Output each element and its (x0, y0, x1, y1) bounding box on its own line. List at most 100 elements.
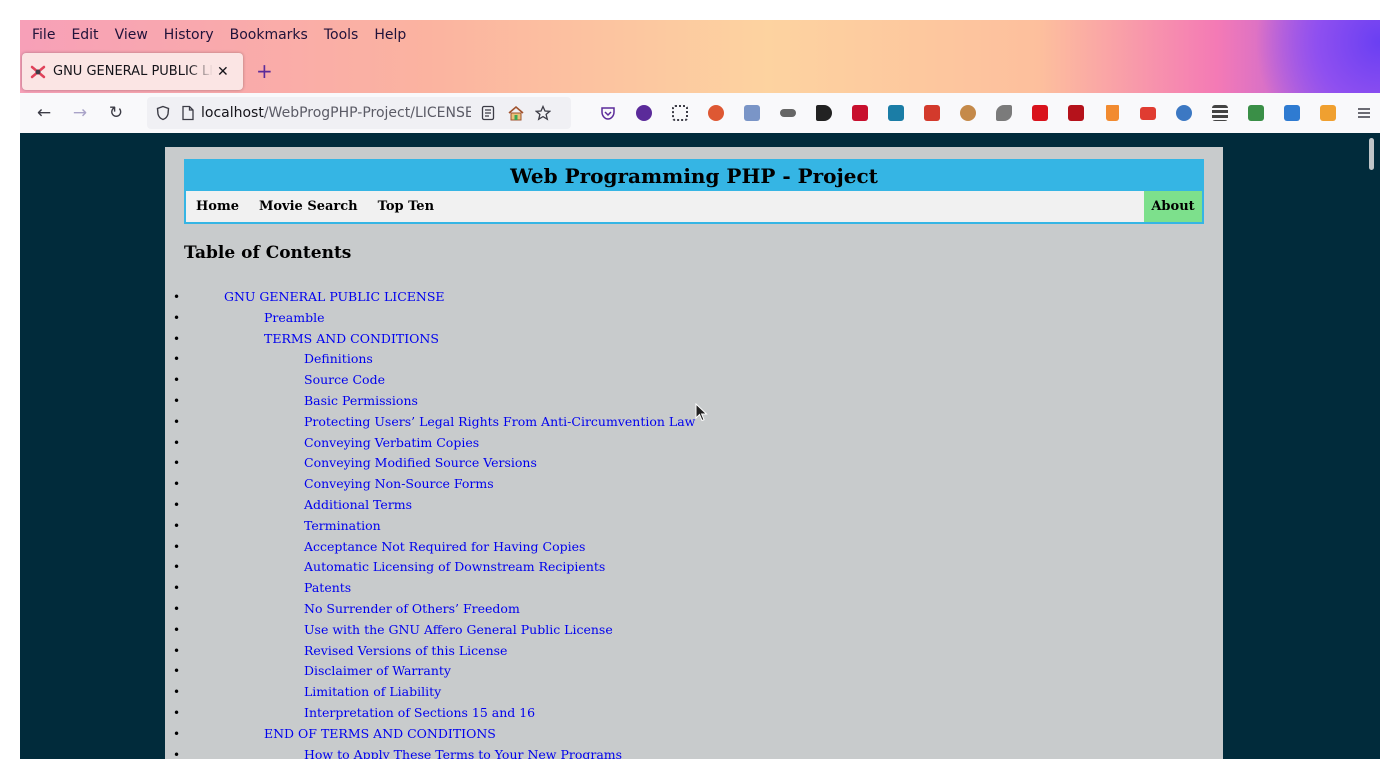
palette-icon[interactable] (950, 93, 986, 133)
hamburger-menu-icon[interactable] (1346, 93, 1380, 133)
toc-item: Preamble (173, 308, 695, 329)
toc-item: Acceptance Not Required for Having Copie… (173, 537, 695, 558)
stack-icon[interactable] (1202, 93, 1238, 133)
toc-item: Termination (173, 516, 695, 537)
toc-link[interactable]: Use with the GNU Affero General Public L… (304, 622, 613, 637)
page-container: Web Programming PHP - Project Home Movie… (165, 147, 1223, 759)
stylus-icon[interactable] (770, 93, 806, 133)
toc-item: Conveying Verbatim Copies (173, 433, 695, 454)
toc-item: Use with the GNU Affero General Public L… (173, 620, 695, 641)
toc-item: Protecting Users’ Legal Rights From Anti… (173, 412, 695, 433)
toc-link[interactable]: Interpretation of Sections 15 and 16 (304, 705, 535, 720)
home-icon[interactable] (507, 105, 525, 121)
trash-icon[interactable] (1094, 93, 1130, 133)
toc-link[interactable]: Source Code (304, 372, 385, 387)
back-button[interactable]: ← (26, 97, 62, 129)
favicon-icon (30, 64, 46, 80)
menu-file[interactable]: File (24, 27, 63, 43)
toc-link[interactable]: END OF TERMS AND CONDITIONS (264, 726, 496, 741)
menu-tools[interactable]: Tools (316, 27, 367, 43)
toc-item: END OF TERMS AND CONDITIONS (173, 724, 695, 745)
menu-bookmarks[interactable]: Bookmarks (222, 27, 316, 43)
toc-link[interactable]: Revised Versions of this License (304, 643, 507, 658)
shield-icon[interactable] (155, 105, 171, 121)
toc-item: Definitions (173, 349, 695, 370)
mouse-cursor-icon (695, 403, 708, 422)
toc-link[interactable]: Definitions (304, 351, 373, 366)
toc-link[interactable]: Patents (304, 580, 351, 595)
pocket-icon[interactable] (590, 93, 626, 133)
toc-link[interactable]: Preamble (264, 310, 325, 325)
title-bar: File Edit View History Bookmarks Tools H… (20, 20, 1380, 93)
nav-home-link[interactable]: Home (186, 191, 249, 222)
camera-icon[interactable] (1130, 93, 1166, 133)
site-nav: Home Movie Search Top Ten About (186, 191, 1202, 222)
reader-view-icon[interactable] (481, 105, 495, 121)
menu-help[interactable]: Help (366, 27, 414, 43)
page-icon[interactable] (181, 105, 195, 121)
feather-icon[interactable] (986, 93, 1022, 133)
bookmark-star-icon[interactable] (535, 105, 551, 121)
toc-item: Disclaimer of Warranty (173, 661, 695, 682)
glasses-icon[interactable] (1166, 93, 1202, 133)
nav-top-ten-link[interactable]: Top Ten (368, 191, 444, 222)
toc-link[interactable]: Termination (304, 518, 381, 533)
record-icon[interactable] (1058, 93, 1094, 133)
nav-movie-search-link[interactable]: Movie Search (249, 191, 368, 222)
theme-decoration (1210, 20, 1380, 93)
lock-icon[interactable] (1274, 93, 1310, 133)
edit-icon[interactable] (1238, 93, 1274, 133)
toc-link[interactable]: Conveying Verbatim Copies (304, 435, 479, 450)
forward-button[interactable]: → (62, 97, 98, 129)
toc-link[interactable]: Acceptance Not Required for Having Copie… (304, 539, 585, 554)
duckduckgo-icon[interactable] (698, 93, 734, 133)
toc-item: Conveying Modified Source Versions (173, 453, 695, 474)
menu-view[interactable]: View (107, 27, 156, 43)
menu-edit[interactable]: Edit (63, 27, 106, 43)
toc-list: GNU GENERAL PUBLIC LICENSE Preamble TERMS … (173, 287, 695, 759)
toc-link[interactable]: Conveying Non-Source Forms (304, 476, 494, 491)
toc-item: GNU GENERAL PUBLIC LICENSE (173, 287, 695, 308)
toc-item: Source Code (173, 370, 695, 391)
toc-link[interactable]: Limitation of Liability (304, 684, 441, 699)
copy-icon[interactable] (734, 93, 770, 133)
tab-title: GNU GENERAL PUBLIC LICENSE (53, 64, 213, 79)
page-viewport[interactable]: Web Programming PHP - Project Home Movie… (20, 133, 1380, 759)
toc-link[interactable]: TERMS AND CONDITIONS (264, 331, 439, 346)
share-icon[interactable] (662, 93, 698, 133)
pdf-icon[interactable] (914, 93, 950, 133)
toc-item: Automatic Licensing of Downstream Recipi… (173, 557, 695, 578)
site-title: Web Programming PHP - Project (510, 164, 878, 188)
menu-history[interactable]: History (156, 27, 222, 43)
a-icon[interactable] (878, 93, 914, 133)
toc-link[interactable]: Conveying Modified Source Versions (304, 455, 537, 470)
toc-link[interactable]: Disclaimer of Warranty (304, 663, 451, 678)
new-tab-button[interactable]: + (256, 60, 273, 82)
n-icon[interactable] (1022, 93, 1058, 133)
url-host: localhost (201, 105, 264, 121)
toc-link[interactable]: How to Apply These Terms to Your New Pro… (304, 747, 622, 759)
toc-link[interactable]: No Surrender of Others’ Freedom (304, 601, 520, 616)
toc-link[interactable]: Protecting Users’ Legal Rights From Anti… (304, 414, 695, 429)
toc-item: Patents (173, 578, 695, 599)
toc-link[interactable]: Basic Permissions (304, 393, 418, 408)
toc-heading: Table of Contents (184, 243, 352, 263)
url-path: /WebProgPHP-Project/LICENSE.html (263, 105, 471, 121)
close-tab-icon[interactable]: ✕ (217, 64, 229, 80)
scrollbar-thumb[interactable] (1369, 138, 1374, 170)
d-icon[interactable] (806, 93, 842, 133)
nav-about-link[interactable]: About (1144, 191, 1202, 222)
toc-item: Interpretation of Sections 15 and 16 (173, 703, 695, 724)
site-header: Web Programming PHP - Project Home Movie… (184, 159, 1204, 224)
wand-icon[interactable] (842, 93, 878, 133)
browser-window: File Edit View History Bookmarks Tools H… (20, 20, 1380, 759)
tor-icon[interactable] (626, 93, 662, 133)
toc-link[interactable]: GNU GENERAL PUBLIC LICENSE (224, 289, 445, 304)
toc-link[interactable]: Additional Terms (304, 497, 412, 512)
browser-tab[interactable]: GNU GENERAL PUBLIC LICENSE ✕ (22, 53, 243, 90)
puzzle-icon[interactable] (1310, 93, 1346, 133)
toc-link[interactable]: Automatic Licensing of Downstream Recipi… (304, 559, 605, 574)
reload-button[interactable]: ↻ (98, 97, 134, 129)
url-bar[interactable]: localhost/WebProgPHP-Project/LICENSE.htm… (147, 97, 571, 129)
url-text[interactable]: localhost/WebProgPHP-Project/LICENSE.htm… (201, 105, 471, 121)
